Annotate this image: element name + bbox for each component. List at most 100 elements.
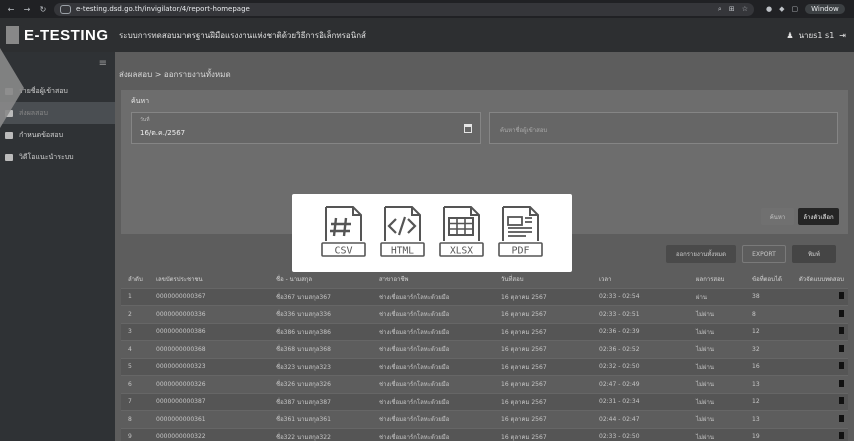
row-action xyxy=(798,379,848,389)
table-cell: 13 xyxy=(752,415,760,423)
row-action xyxy=(798,432,848,441)
document-icon[interactable] xyxy=(839,362,844,370)
format-label: PDF xyxy=(511,246,529,257)
table-cell: ไม่ผ่าน xyxy=(696,311,714,319)
logo[interactable]: E-TESTING xyxy=(0,18,115,52)
document-icon[interactable] xyxy=(839,432,844,440)
table-cell: 02:33 - 02:54 xyxy=(599,293,640,301)
table-header[interactable]: ผลการสอบ xyxy=(696,274,738,284)
row-action xyxy=(798,414,848,424)
sidebar-item-tutorial-video[interactable]: วิดีโอแนะนำระบบ xyxy=(0,146,115,168)
pdf-icon[interactable]: PDF xyxy=(496,205,545,261)
table-cell: ช่างเชื่อมอาร์กโลหะด้วยมือ xyxy=(379,398,450,406)
table-row: 6 0000000000326 ชื่อ326 นามสกุล326 ช่างเชื่… xyxy=(121,375,848,393)
table-cell: 8 xyxy=(752,310,756,318)
date-field[interactable]: วันที่ 16/ต.ค./2567 xyxy=(131,112,481,144)
row-action xyxy=(798,292,848,301)
table-cell: 0000000000368 xyxy=(156,345,206,353)
search-button[interactable]: ค้นหา xyxy=(761,208,794,225)
user-name: นายs1 s1 xyxy=(798,30,835,40)
table-cell: ช่างเชื่อมอาร์กโลหะด้วยมือ xyxy=(379,293,450,301)
table-header[interactable]: ชื่อ - นามสกุล xyxy=(276,274,379,284)
table-cell: 32 xyxy=(752,345,760,353)
table-cell: ชื่อ322 นามสกุล322 xyxy=(276,433,331,441)
row-action xyxy=(798,344,848,354)
table-row: 2 0000000000336 ชื่อ336 นามสกุล336 ช่างเชื่… xyxy=(121,305,848,323)
browser-toolbar: ← → ↻ e-testing.dsd.go.th/invigilator/4/… xyxy=(0,0,854,18)
row-action xyxy=(798,309,848,319)
table-cell: 02:32 - 02:50 xyxy=(599,363,640,371)
table-cell: 16 ตุลาคม 2567 xyxy=(501,328,547,336)
site-info-icon[interactable] xyxy=(60,4,71,14)
format-label: HTML xyxy=(391,246,414,257)
app-header: E-TESTING ระบบการทดสอบมาตรฐานฝีมือแรงงาน… xyxy=(0,18,854,52)
extension-icon[interactable]: ● xyxy=(766,5,772,13)
puzzle-icon[interactable]: ◆ xyxy=(779,5,784,13)
search-icon[interactable]: ⌕ xyxy=(718,5,722,14)
export-format-modal: CSV HTML XLSX PDF xyxy=(292,194,572,272)
table-cell: 16 ตุลาคม 2567 xyxy=(501,293,547,301)
table-cell: 5 xyxy=(128,363,132,371)
document-icon[interactable] xyxy=(839,327,844,335)
clear-button[interactable]: ล้างตัวเลือก xyxy=(798,208,839,225)
table-cell: 6 xyxy=(128,380,132,388)
table-cell: 12 xyxy=(752,398,760,406)
logout-icon[interactable]: ⇥ xyxy=(839,31,846,40)
table-header[interactable]: ตัวจัดแบบทดสอบ xyxy=(798,274,848,284)
document-icon[interactable] xyxy=(839,309,844,317)
table-cell: ชื่อ368 นามสกุล368 xyxy=(276,346,331,354)
table-cell: 2 xyxy=(128,310,132,318)
table-cell: 0000000000326 xyxy=(156,380,206,388)
back-icon[interactable]: ← xyxy=(6,5,16,14)
reload-icon[interactable]: ↻ xyxy=(38,5,48,14)
name-search-placeholder: ค้นหาชื่อผู้เข้าสอบ xyxy=(500,127,548,134)
table-header[interactable]: เวลา xyxy=(599,274,696,284)
table-cell: 16 ตุลาคม 2567 xyxy=(501,398,547,406)
table-cell: ชื่อ361 นามสกุล361 xyxy=(276,416,331,424)
table-header[interactable]: เลขบัตรประชาชน xyxy=(156,274,276,284)
print-button[interactable]: พิมพ์ xyxy=(792,245,836,263)
table-cell: 8 xyxy=(128,415,132,423)
table-cell: ชื่อ326 นามสกุล326 xyxy=(276,381,331,389)
table-cell: ชื่อ323 นามสกุล323 xyxy=(276,363,331,371)
calendar-icon[interactable] xyxy=(464,124,472,133)
user-menu[interactable]: ♟ นายs1 s1 ⇥ xyxy=(786,29,854,42)
sidebar-item-label: กำหนดข้อสอบ xyxy=(19,130,64,139)
row-action xyxy=(798,327,848,336)
document-icon[interactable] xyxy=(839,379,844,387)
profile-button[interactable]: Window xyxy=(805,4,845,14)
table-cell: 38 xyxy=(752,293,760,301)
star-icon[interactable]: ☆ xyxy=(742,5,748,14)
document-icon[interactable] xyxy=(839,414,844,422)
csv-icon[interactable]: CSV xyxy=(319,205,368,261)
table-header[interactable]: ลำดับ xyxy=(121,274,156,284)
table-header[interactable]: วันที่สอบ xyxy=(501,274,599,284)
document-icon[interactable] xyxy=(839,344,844,352)
sidebar-item-label: วิดีโอแนะนำระบบ xyxy=(19,152,74,161)
sidepanel-icon[interactable]: ▢ xyxy=(792,5,799,13)
address-bar[interactable]: e-testing.dsd.go.th/invigilator/4/report… xyxy=(54,2,754,16)
table-cell: ช่างเชื่อมอาร์กโลหะด้วยมือ xyxy=(379,311,450,319)
xlsx-icon[interactable]: XLSX xyxy=(437,205,486,261)
table-header[interactable]: ข้อที่ตอบได้ xyxy=(738,274,798,284)
table-cell: ช่างเชื่อมอาร์กโลหะด้วยมือ xyxy=(379,328,450,336)
document-icon[interactable] xyxy=(839,292,844,300)
export-button[interactable]: EXPORT xyxy=(742,245,786,263)
table-header[interactable]: สาขาอาชีพ xyxy=(379,274,501,284)
format-label: XLSX xyxy=(450,246,473,257)
translate-icon[interactable]: ⊞ xyxy=(729,5,735,14)
report-all-button[interactable]: ออกรายงานทั้งหมด xyxy=(666,245,736,263)
name-search-input[interactable]: ค้นหาชื่อผู้เข้าสอบ xyxy=(489,112,838,144)
document-icon[interactable] xyxy=(839,397,844,405)
search-title: ค้นหา xyxy=(131,97,150,105)
table-cell: 0000000000336 xyxy=(156,310,206,318)
table-cell: 0000000000367 xyxy=(156,293,206,301)
row-action xyxy=(798,362,848,371)
table-cell: 02:36 - 02:39 xyxy=(599,328,640,336)
row-action xyxy=(798,397,848,406)
format-label: CSV xyxy=(334,246,352,257)
table-cell: ไม่ผ่าน xyxy=(696,328,714,336)
table-cell: ไม่ผ่าน xyxy=(696,346,714,354)
forward-icon[interactable]: → xyxy=(22,5,32,14)
html-icon[interactable]: HTML xyxy=(378,205,427,261)
